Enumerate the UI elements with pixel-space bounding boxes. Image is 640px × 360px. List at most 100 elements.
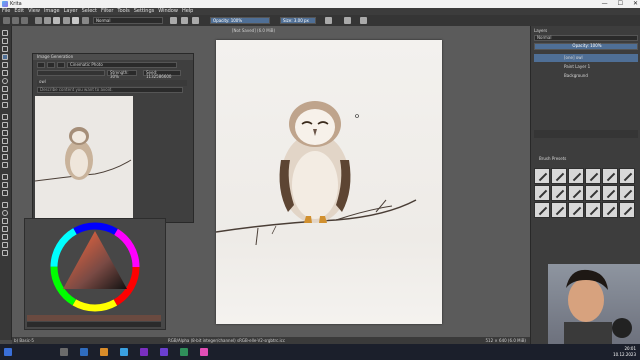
app-icon[interactable]: [120, 348, 128, 356]
brush-preset[interactable]: [534, 202, 550, 218]
menu-view[interactable]: View: [28, 8, 40, 15]
strength-bar[interactable]: [37, 70, 105, 76]
brush-preset[interactable]: [585, 185, 601, 201]
close-button[interactable]: ✕: [633, 0, 638, 8]
open-document-icon[interactable]: [12, 17, 19, 24]
crop-tool-icon[interactable]: [2, 130, 8, 136]
blend-mode-select[interactable]: Normal: [93, 17, 163, 24]
document-canvas[interactable]: [215, 40, 442, 324]
brush-preset-icon[interactable]: [53, 17, 60, 24]
brush-preset[interactable]: [585, 168, 601, 184]
save-icon[interactable]: [21, 17, 28, 24]
wrap-around-icon[interactable]: [360, 17, 367, 24]
menu-tools[interactable]: Tools: [117, 8, 129, 15]
color-wheel[interactable]: [25, 219, 165, 329]
firefox-icon[interactable]: [100, 348, 108, 356]
menu-layer[interactable]: Layer: [64, 8, 78, 15]
pause-button[interactable]: [47, 62, 55, 68]
seed-value[interactable]: Seed: 1132586600: [143, 70, 181, 79]
mirror-horizontal-icon[interactable]: [325, 17, 332, 24]
brush-preset[interactable]: [534, 185, 550, 201]
freehand-select-tool-icon[interactable]: [2, 226, 8, 232]
layer-opacity-slider[interactable]: Opacity: 100%: [534, 43, 638, 50]
fill-icon[interactable]: [82, 17, 89, 24]
measure-tool-icon[interactable]: [2, 182, 8, 188]
move-tool-icon[interactable]: [2, 122, 8, 128]
layer-blend-mode-select[interactable]: Normal: [534, 35, 638, 41]
eraser-icon[interactable]: [170, 17, 177, 24]
rectangle-tool-icon[interactable]: [2, 70, 8, 76]
brush-preset[interactable]: [619, 202, 635, 218]
app-icon[interactable]: [160, 348, 168, 356]
app-icon[interactable]: [180, 348, 188, 356]
ellipse-tool-icon[interactable]: [2, 78, 8, 84]
layer-item[interactable]: [one] owl: [534, 54, 638, 62]
brush-preset[interactable]: [568, 168, 584, 184]
new-document-icon[interactable]: [3, 17, 10, 24]
menu-window[interactable]: Window: [158, 8, 178, 15]
menu-image[interactable]: Image: [44, 8, 60, 15]
color-picker-tool-icon[interactable]: [2, 146, 8, 152]
krita-taskbar-icon[interactable]: [200, 348, 208, 356]
brush-preset[interactable]: [551, 185, 567, 201]
polygon-select-tool-icon[interactable]: [2, 218, 8, 224]
assistant-tool-icon[interactable]: [2, 174, 8, 180]
polyline-tool-icon[interactable]: [2, 94, 8, 100]
zoom-tool-icon[interactable]: [2, 242, 8, 248]
generated-image-thumbnail[interactable]: [34, 96, 133, 218]
generate-button[interactable]: [37, 62, 45, 68]
reload-preset-icon[interactable]: [192, 17, 199, 24]
brush-preset[interactable]: [602, 202, 618, 218]
bezier-tool-icon[interactable]: [2, 102, 8, 108]
brush-preset[interactable]: [568, 185, 584, 201]
gradient-tool-icon[interactable]: [2, 138, 8, 144]
menu-edit[interactable]: Edit: [14, 8, 24, 15]
gradient-icon[interactable]: [35, 17, 42, 24]
prompt-input[interactable]: owl: [37, 80, 187, 86]
size-slider[interactable]: Size: 3.00 px: [280, 17, 316, 24]
search-icon[interactable]: [60, 348, 68, 356]
edit-shapes-tool-icon[interactable]: [2, 46, 8, 52]
select-shapes-tool-icon[interactable]: [2, 30, 8, 36]
text-tool-icon[interactable]: [2, 38, 8, 44]
opacity-slider[interactable]: Opacity: 100%: [210, 17, 270, 24]
brush-preset[interactable]: [568, 202, 584, 218]
app-icon[interactable]: [140, 348, 148, 356]
start-icon[interactable]: [4, 348, 12, 356]
layer-item[interactable]: Paint Layer 1: [534, 63, 638, 71]
document-tab[interactable]: [Not Saved] (6.0 MiB): [232, 28, 282, 34]
maximize-button[interactable]: ☐: [618, 0, 623, 8]
smart-patch-tool-icon[interactable]: [2, 154, 8, 160]
line-tool-icon[interactable]: [2, 62, 8, 68]
color-swatch-icon[interactable]: [72, 17, 79, 24]
menu-filter[interactable]: Filter: [101, 8, 113, 15]
negative-prompt-input[interactable]: Describe content you want to avoid.: [37, 87, 183, 93]
menu-help[interactable]: Help: [182, 8, 193, 15]
reference-images-tool-icon[interactable]: [2, 190, 8, 196]
contiguous-select-tool-icon[interactable]: [2, 234, 8, 240]
mirror-vertical-icon[interactable]: [344, 17, 351, 24]
polygon-tool-icon[interactable]: [2, 86, 8, 92]
layer-item[interactable]: Background: [534, 72, 638, 80]
style-icon-button[interactable]: [57, 62, 65, 68]
brush-preset[interactable]: [534, 168, 550, 184]
minimize-button[interactable]: —: [602, 0, 608, 8]
preserve-alpha-icon[interactable]: [181, 17, 188, 24]
brush-preset[interactable]: [619, 168, 635, 184]
brush-preset[interactable]: [585, 202, 601, 218]
rect-select-tool-icon[interactable]: [2, 202, 8, 208]
brush-preset[interactable]: [551, 168, 567, 184]
fill-tool-icon[interactable]: [2, 162, 8, 168]
pan-tool-icon[interactable]: [2, 250, 8, 256]
brush-preset[interactable]: [619, 185, 635, 201]
style-select[interactable]: Cinematic Photo: [67, 62, 177, 68]
transform-tool-icon[interactable]: [2, 114, 8, 120]
brush-preset[interactable]: [602, 168, 618, 184]
menu-select[interactable]: Select: [82, 8, 97, 15]
pattern-icon[interactable]: [44, 17, 51, 24]
brush-editor-icon[interactable]: [63, 17, 70, 24]
menu-file[interactable]: File: [2, 8, 10, 15]
menu-settings[interactable]: Settings: [134, 8, 155, 15]
brush-preset[interactable]: [602, 185, 618, 201]
brush-preset[interactable]: [551, 202, 567, 218]
